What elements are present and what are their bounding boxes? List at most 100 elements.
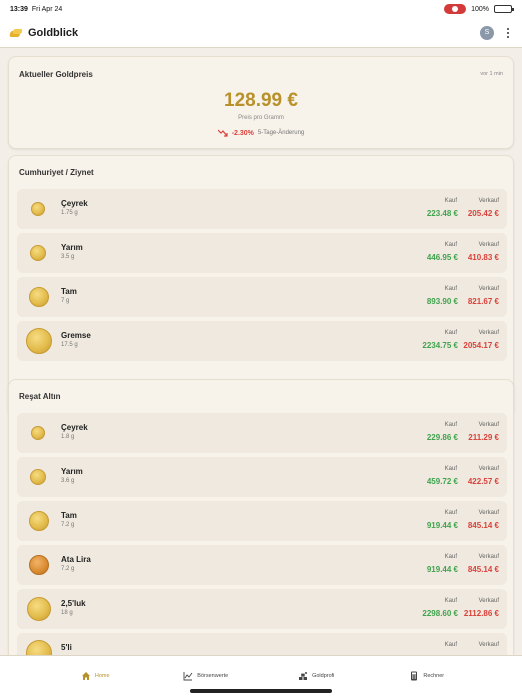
coin-icon bbox=[31, 202, 45, 216]
buy-label: Kauf bbox=[444, 422, 457, 428]
coin-row[interactable]: Yarım 3.6 g Kauf Verkauf 459.72 € 422.57… bbox=[17, 457, 507, 497]
coin-icon bbox=[30, 469, 46, 485]
coin-name: 2,5'luk bbox=[61, 599, 86, 608]
buy-price: 2234.75 € bbox=[422, 341, 458, 350]
status-time: 13:39 bbox=[10, 5, 28, 13]
app-bar: Goldblick S bbox=[0, 18, 522, 48]
sell-label: Verkauf bbox=[478, 242, 499, 248]
coin-weight: 3.5 g bbox=[61, 254, 75, 260]
coin-row[interactable]: 2,5'luk 18 g Kauf Verkauf 2298.60 € 2112… bbox=[17, 589, 507, 629]
coin-weight: 3.6 g bbox=[61, 478, 75, 484]
calculator-icon bbox=[411, 671, 418, 681]
sell-price: 845.14 € bbox=[467, 521, 499, 530]
coin-icon bbox=[26, 640, 52, 655]
sell-label: Verkauf bbox=[478, 466, 499, 472]
coin-row[interactable]: 5'li Kauf Verkauf bbox=[17, 633, 507, 655]
buy-price: 223.48 € bbox=[426, 209, 458, 218]
buy-price: 919.44 € bbox=[426, 521, 458, 530]
section-title: Cumhuriyet / Ziynet bbox=[19, 168, 94, 177]
battery-icon bbox=[494, 5, 514, 13]
coin-weight: 17.5 g bbox=[61, 342, 78, 348]
coin-weight: 1.8 g bbox=[61, 434, 75, 440]
buy-label: Kauf bbox=[444, 330, 457, 336]
coin-weight: 7.2 g bbox=[61, 566, 75, 572]
resat-section: Reşat Altın Çeyrek 1.8 g Kauf Verkauf 22… bbox=[8, 379, 514, 655]
sell-price: 845.14 € bbox=[467, 565, 499, 574]
coin-weight: 7.2 g bbox=[61, 522, 75, 528]
cumhuriyet-section: Cumhuriyet / Ziynet Çeyrek 1.75 g Kauf V… bbox=[8, 155, 514, 417]
sell-label: Verkauf bbox=[478, 330, 499, 336]
nav-home-label: Home bbox=[94, 673, 110, 679]
buy-label: Kauf bbox=[444, 242, 457, 248]
coin-weight: 18 g bbox=[61, 610, 73, 616]
app-title: Goldblick bbox=[28, 26, 79, 39]
coin-name: Ata Lira bbox=[61, 555, 91, 564]
coin-icon bbox=[27, 597, 51, 621]
price-card-title: Aktueller Goldpreis bbox=[19, 70, 93, 79]
nav-goldprofi[interactable]: Goldprofi bbox=[261, 671, 372, 681]
coin-row[interactable]: Tam 7.2 g Kauf Verkauf 919.44 € 845.14 € bbox=[17, 501, 507, 541]
buy-price: 893.90 € bbox=[426, 297, 458, 306]
coin-icon bbox=[29, 511, 49, 531]
status-bar: 13:39 Fri Apr 24 100% bbox=[0, 0, 522, 18]
coin-icon bbox=[29, 287, 49, 307]
buy-label: Kauf bbox=[444, 286, 457, 292]
nav-boersenwerte-label: Börsenwerte bbox=[197, 673, 229, 679]
coin-name: Gremse bbox=[61, 331, 91, 340]
user-avatar[interactable]: S bbox=[480, 25, 494, 40]
buy-label: Kauf bbox=[444, 554, 457, 560]
sell-label: Verkauf bbox=[478, 598, 499, 604]
sell-label: Verkauf bbox=[478, 198, 499, 204]
chart-icon bbox=[183, 672, 193, 681]
last-updated: vor 1 min bbox=[480, 71, 503, 77]
scroll-content[interactable]: Aktueller Goldpreis vor 1 min 128.99 € P… bbox=[0, 49, 522, 655]
buy-price: 459.72 € bbox=[426, 477, 458, 486]
sell-price: 410.83 € bbox=[467, 253, 499, 262]
gold-bars-logo-icon bbox=[10, 29, 22, 37]
nav-rechner-label: Rechner bbox=[423, 673, 445, 679]
buy-label: Kauf bbox=[444, 642, 457, 648]
coin-row[interactable]: Çeyrek 1.75 g Kauf Verkauf 223.48 € 205.… bbox=[17, 189, 507, 229]
coin-row[interactable]: Ata Lira 7.2 g Kauf Verkauf 919.44 € 845… bbox=[17, 545, 507, 585]
sell-price: 2112.86 € bbox=[463, 609, 499, 618]
buy-price: 229.86 € bbox=[426, 433, 458, 442]
nav-boersenwerte[interactable]: Börsenwerte bbox=[151, 671, 262, 681]
more-menu-icon[interactable] bbox=[504, 27, 512, 38]
coin-icon bbox=[26, 328, 52, 354]
coin-name: Çeyrek bbox=[61, 199, 88, 208]
section-title: Reşat Altın bbox=[19, 392, 61, 401]
nav-home[interactable]: Home bbox=[40, 671, 151, 681]
coin-row[interactable]: Tam 7 g Kauf Verkauf 893.90 € 821.67 € bbox=[17, 277, 507, 317]
trend-down-icon bbox=[217, 129, 228, 137]
coin-name: Yarım bbox=[61, 467, 83, 476]
price-unit-label: Preis pro Gramm bbox=[238, 115, 284, 121]
goldprofi-icon bbox=[299, 672, 308, 680]
battery-percent: 100% bbox=[471, 5, 489, 13]
sell-price: 2054.17 € bbox=[463, 341, 499, 350]
coin-weight: 1.75 g bbox=[61, 210, 78, 216]
coin-icon bbox=[31, 426, 45, 440]
current-gold-price-card: Aktueller Goldpreis vor 1 min 128.99 € P… bbox=[8, 56, 514, 149]
sell-price: 205.42 € bbox=[467, 209, 499, 218]
sell-price: 422.57 € bbox=[467, 477, 499, 486]
buy-label: Kauf bbox=[444, 198, 457, 204]
coin-name: Tam bbox=[61, 511, 77, 520]
coin-row[interactable]: Yarım 3.5 g Kauf Verkauf 446.95 € 410.83… bbox=[17, 233, 507, 273]
coin-name: Yarım bbox=[61, 243, 83, 252]
coin-row[interactable]: Gremse 17.5 g Kauf Verkauf 2234.75 € 205… bbox=[17, 321, 507, 361]
change-period-label: 5-Tage-Änderung bbox=[257, 130, 305, 136]
sell-price: 821.67 € bbox=[467, 297, 499, 306]
coin-row[interactable]: Çeyrek 1.8 g Kauf Verkauf 229.86 € 211.2… bbox=[17, 413, 507, 453]
home-icon bbox=[81, 672, 90, 680]
nav-rechner[interactable]: Rechner bbox=[372, 671, 483, 681]
coin-icon bbox=[30, 245, 46, 261]
sell-label: Verkauf bbox=[478, 422, 499, 428]
sell-price: 211.29 € bbox=[468, 433, 499, 442]
buy-label: Kauf bbox=[444, 466, 457, 472]
coin-name: 5'li bbox=[61, 643, 72, 652]
sell-label: Verkauf bbox=[478, 510, 499, 516]
buy-price: 919.44 € bbox=[426, 565, 458, 574]
gold-price: 128.99 € bbox=[224, 90, 298, 111]
buy-price: 446.95 € bbox=[426, 253, 458, 262]
ata-lira-coin-icon bbox=[29, 555, 49, 575]
